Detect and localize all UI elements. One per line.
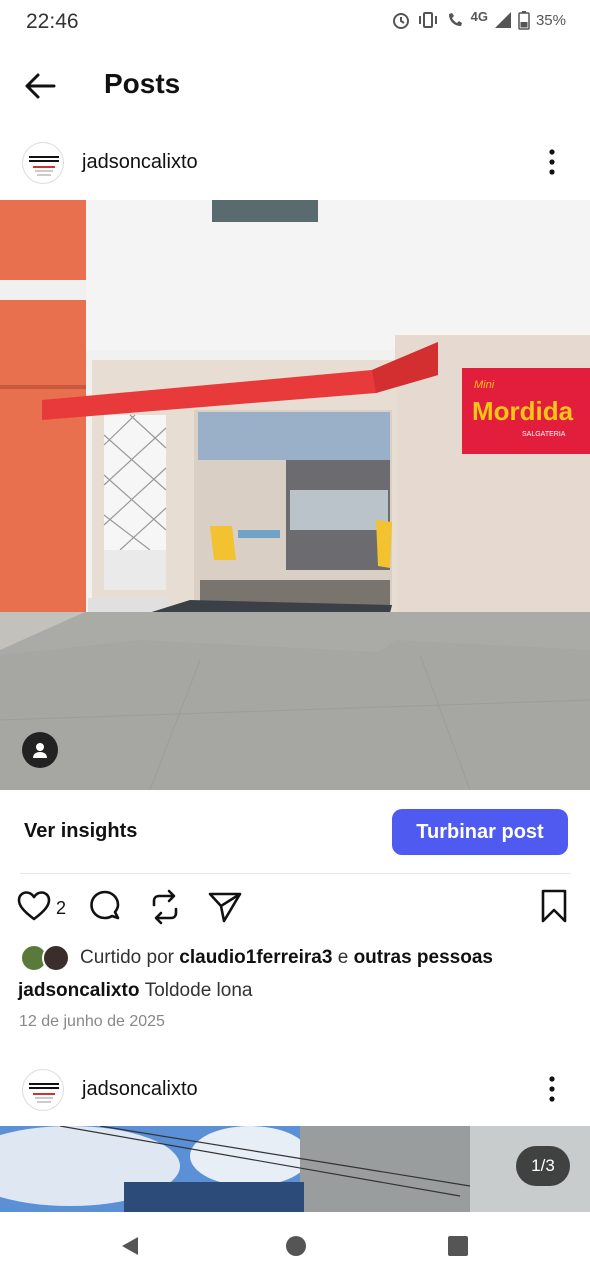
boost-post-button[interactable]: Turbinar post xyxy=(392,809,568,855)
view-insights-link[interactable]: Ver insights xyxy=(24,820,137,843)
sign-small-text: Mini xyxy=(474,379,495,391)
post-image[interactable]: Mini Mordida SALGATERIA xyxy=(0,200,590,790)
post-caption: jadsoncalixto Toldode lona xyxy=(18,980,252,1002)
insights-row: Ver insights Turbinar post xyxy=(0,806,590,858)
repost-icon xyxy=(152,889,178,925)
more-vertical-icon xyxy=(549,149,555,175)
heart-icon xyxy=(17,891,51,921)
arrow-left-icon xyxy=(25,73,56,99)
square-recents-icon xyxy=(448,1236,468,1256)
nav-home-button[interactable] xyxy=(284,1234,308,1263)
liked-by-prefix: Curtido por xyxy=(80,947,174,968)
sign-main-text: Mordida xyxy=(472,396,574,426)
more-options-button[interactable] xyxy=(534,144,570,180)
avatar[interactable] xyxy=(22,142,64,184)
share-button[interactable] xyxy=(206,888,244,931)
liked-by-middle: e xyxy=(337,947,349,968)
page-title: Posts xyxy=(104,68,181,99)
divider xyxy=(20,873,570,874)
like-count[interactable]: 2 xyxy=(56,898,66,919)
triangle-back-icon xyxy=(122,1237,138,1255)
more-options-button[interactable] xyxy=(534,1071,570,1107)
brand-logo-icon xyxy=(29,156,59,176)
network-type: 4G xyxy=(470,8,488,24)
street-photo xyxy=(0,1126,590,1212)
status-icons: 4G 35% xyxy=(391,8,566,30)
circle-home-icon xyxy=(286,1236,306,1256)
brand-logo-icon xyxy=(29,1083,59,1103)
bookmark-icon xyxy=(541,889,567,923)
battery-level: 35% xyxy=(535,11,566,29)
liked-by-user[interactable]: claudio1ferreira3 xyxy=(179,947,332,969)
post-header: jadsoncalixto xyxy=(0,136,590,192)
call-signal-icon xyxy=(448,13,462,26)
post-date: 12 de junho de 2025 xyxy=(19,1013,165,1030)
post-username[interactable]: jadsoncalixto xyxy=(82,151,198,174)
post-image[interactable] xyxy=(0,1126,590,1212)
system-nav-bar xyxy=(0,1212,590,1280)
tagged-people-button[interactable] xyxy=(22,732,58,768)
nav-back-button[interactable] xyxy=(118,1234,142,1263)
vibrate-icon xyxy=(418,12,437,28)
more-vertical-icon xyxy=(549,1076,555,1102)
comment-button[interactable] xyxy=(86,888,124,931)
battery-icon xyxy=(518,11,530,30)
post-username[interactable]: jadsoncalixto xyxy=(82,1078,198,1101)
nav-recents-button[interactable] xyxy=(446,1234,470,1263)
back-button[interactable] xyxy=(20,66,60,106)
liked-by-line[interactable]: Curtido por claudio1ferreira3 e outras p… xyxy=(20,944,493,972)
liked-by-others[interactable]: outras pessoas xyxy=(354,947,493,969)
save-button[interactable] xyxy=(538,888,570,929)
repost-button[interactable] xyxy=(146,888,184,931)
status-time: 22:46 xyxy=(26,10,79,33)
send-icon xyxy=(208,892,242,923)
caption-text: Toldode lona xyxy=(144,980,253,1001)
signal-icon xyxy=(494,12,511,28)
app-header: Posts xyxy=(0,56,590,112)
alarm-icon xyxy=(392,13,409,29)
storefront-photo: Mini Mordida SALGATERIA xyxy=(0,200,590,790)
person-icon xyxy=(33,743,47,758)
liker-avatar xyxy=(42,944,70,972)
post-header: jadsoncalixto xyxy=(0,1063,590,1119)
like-button[interactable] xyxy=(16,888,52,929)
liker-avatars xyxy=(20,944,70,972)
comment-icon xyxy=(90,890,120,920)
sign-sub-text: SALGATERIA xyxy=(522,431,566,438)
status-bar: 22:46 4G 35% xyxy=(0,0,590,44)
caption-username[interactable]: jadsoncalixto xyxy=(18,980,139,1001)
carousel-counter: 1/3 xyxy=(516,1146,570,1186)
avatar[interactable] xyxy=(22,1069,64,1111)
post-actions: 2 xyxy=(0,886,590,930)
